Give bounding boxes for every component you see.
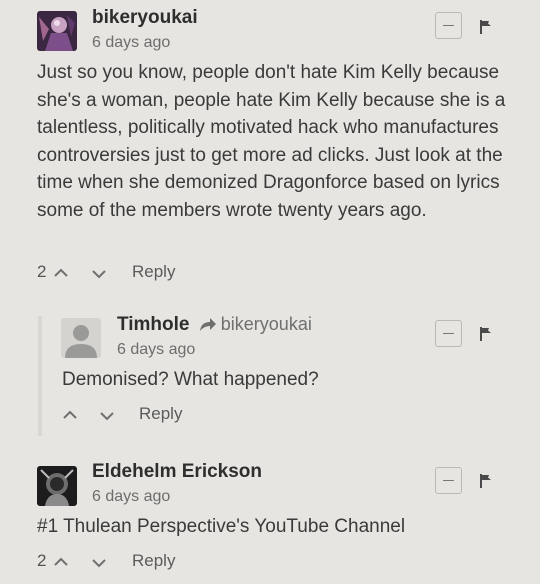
reply-to[interactable]: bikeryoukai xyxy=(199,314,312,334)
comment-timestamp[interactable]: 6 days ago xyxy=(117,341,195,359)
author-name[interactable]: Timhole xyxy=(117,314,190,335)
comment-timestamp[interactable]: 6 days ago xyxy=(92,488,170,506)
chevron-down-icon[interactable] xyxy=(91,266,107,282)
chevron-up-icon[interactable] xyxy=(53,554,69,570)
chevron-up-icon[interactable] xyxy=(53,265,69,281)
comment-author: Timhole bikeryoukai xyxy=(117,314,312,336)
comment-actions: 2 Reply xyxy=(37,261,337,285)
comment-body: Demonised? What happened? xyxy=(62,369,319,390)
comment-body: Just so you know, people don't hate Kim … xyxy=(37,62,506,221)
comment-actions: Reply xyxy=(62,403,302,427)
collapse-button[interactable] xyxy=(435,320,462,347)
flag-icon[interactable] xyxy=(479,473,493,489)
vote-count: 2 xyxy=(37,262,47,281)
thread-indent-line xyxy=(38,316,42,436)
comment-actions: 2 Reply xyxy=(37,550,337,574)
chevron-up-icon[interactable] xyxy=(62,407,78,423)
comment-author[interactable]: Eldehelm Erickson xyxy=(92,461,262,483)
collapse-button[interactable] xyxy=(435,12,462,39)
flag-icon[interactable] xyxy=(479,19,493,35)
collapse-button[interactable] xyxy=(435,467,462,494)
reply-button[interactable]: Reply xyxy=(132,551,175,571)
reply-button[interactable]: Reply xyxy=(132,262,175,282)
avatar[interactable] xyxy=(61,318,101,358)
chevron-down-icon[interactable] xyxy=(91,555,107,571)
avatar[interactable] xyxy=(37,11,77,51)
share-arrow-icon xyxy=(199,318,216,331)
reply-button[interactable]: Reply xyxy=(139,404,182,424)
comment-author[interactable]: bikeryoukai xyxy=(92,7,198,29)
comment-body: #1 Thulean Perspective's YouTube Channel xyxy=(37,516,406,537)
chevron-down-icon[interactable] xyxy=(99,408,115,424)
flag-icon[interactable] xyxy=(479,326,493,342)
avatar[interactable] xyxy=(37,466,77,506)
vote-count: 2 xyxy=(37,551,47,570)
reply-to-name[interactable]: bikeryoukai xyxy=(221,314,312,334)
comment-timestamp[interactable]: 6 days ago xyxy=(92,34,170,52)
